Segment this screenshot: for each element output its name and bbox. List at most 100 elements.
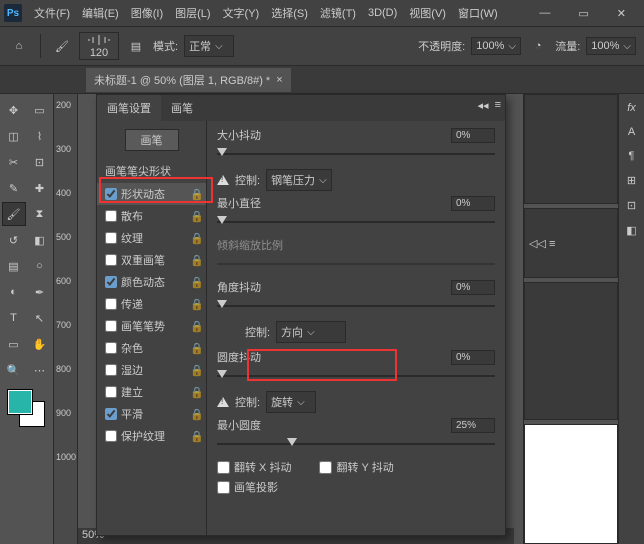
size-jitter-slider[interactable] xyxy=(217,147,495,161)
brush-settings-icon[interactable]: ▤ xyxy=(125,35,147,57)
lock-icon[interactable]: 🔒 xyxy=(190,320,202,332)
min-diameter-value[interactable]: 0% xyxy=(451,196,495,211)
opt-transfer[interactable]: 传递🔒 xyxy=(97,293,206,315)
lasso-tool[interactable]: ⌇ xyxy=(28,124,52,148)
path-select-tool[interactable]: ↖ xyxy=(28,306,52,330)
dodge-tool[interactable]: ◐ xyxy=(2,280,26,304)
minimize-icon[interactable]: — xyxy=(539,7,550,20)
brush-preset-picker[interactable]: 120 xyxy=(79,32,119,60)
lock-icon[interactable]: 🔒 xyxy=(190,408,202,420)
menu-select[interactable]: 选择(S) xyxy=(271,5,308,21)
tab-brushes[interactable]: 画笔 xyxy=(161,95,203,121)
opt-texture[interactable]: 纹理🔒 xyxy=(97,227,206,249)
rail-swatch-icon[interactable]: ⊞ xyxy=(627,174,636,187)
brushes-button[interactable]: 画笔 xyxy=(125,129,179,151)
flip-y-jitter-checkbox[interactable] xyxy=(319,461,332,474)
panel-histogram[interactable] xyxy=(524,94,618,204)
stamp-tool[interactable]: ⧗ xyxy=(28,202,52,226)
panel-layers-head[interactable]: ◁◁ ≡ xyxy=(524,208,618,278)
type-tool[interactable]: T xyxy=(2,306,26,330)
opt-shape-dynamics[interactable]: 形状动态🔒 xyxy=(97,183,206,205)
roundness-jitter-value[interactable]: 0% xyxy=(451,350,495,365)
rail-align-icon[interactable]: ⊡ xyxy=(627,199,636,212)
tab-brush-settings[interactable]: 画笔设置 xyxy=(97,95,161,121)
flip-x-jitter-checkbox[interactable] xyxy=(217,461,230,474)
document-tab[interactable]: 未标题-1 @ 50% (图层 1, RGB/8#) *× xyxy=(86,68,291,92)
eyedropper-tool[interactable]: ✎ xyxy=(2,176,26,200)
brush-projection-checkbox[interactable] xyxy=(217,481,230,494)
panel-collapse-icon[interactable]: ◂◂ xyxy=(478,99,489,112)
opt-smoothing[interactable]: 平滑🔒 xyxy=(97,403,206,425)
menu-3d[interactable]: 3D(D) xyxy=(368,7,397,19)
angle-jitter-value[interactable]: 0% xyxy=(451,280,495,295)
menu-layer[interactable]: 图层(L) xyxy=(175,5,210,21)
lock-icon[interactable]: 🔒 xyxy=(190,254,202,266)
edit-toolbar[interactable]: ⋯ xyxy=(28,358,52,382)
lock-icon[interactable]: 🔒 xyxy=(190,430,202,442)
lock-icon[interactable]: 🔒 xyxy=(190,342,202,354)
pen-tool[interactable]: ✒ xyxy=(28,280,52,304)
rail-path-icon[interactable]: ◧ xyxy=(626,224,636,237)
blur-tool[interactable]: ○ xyxy=(28,254,52,278)
history-brush-tool[interactable]: ↺ xyxy=(2,228,26,252)
roundness-control-dropdown[interactable]: 旋转 xyxy=(266,391,316,413)
opacity-value[interactable]: 100% xyxy=(471,37,521,55)
frame-tool[interactable]: ⊡ xyxy=(28,150,52,174)
opt-wet-edges[interactable]: 湿边🔒 xyxy=(97,359,206,381)
min-roundness-slider[interactable] xyxy=(217,437,495,451)
brush-tool[interactable]: 🖌 xyxy=(2,202,26,226)
menu-image[interactable]: 图像(I) xyxy=(131,5,163,21)
opt-color-dynamics[interactable]: 颜色动态🔒 xyxy=(97,271,206,293)
gradient-tool[interactable]: ▤ xyxy=(2,254,26,278)
opt-dual-brush[interactable]: 双重画笔🔒 xyxy=(97,249,206,271)
mode-dropdown[interactable]: 正常 xyxy=(184,35,234,57)
size-jitter-value[interactable]: 0% xyxy=(451,128,495,143)
opt-noise[interactable]: 杂色🔒 xyxy=(97,337,206,359)
rail-fx-icon[interactable]: fx xyxy=(627,102,636,114)
opt-protect-texture[interactable]: 保护纹理🔒 xyxy=(97,425,206,447)
panel-layers[interactable] xyxy=(524,282,618,420)
angle-jitter-slider[interactable] xyxy=(217,299,495,313)
crop-tool[interactable]: ✂ xyxy=(2,150,26,174)
lock-icon[interactable]: 🔒 xyxy=(190,188,202,200)
menu-filter[interactable]: 滤镜(T) xyxy=(320,5,356,21)
panel-menu-icon[interactable]: ≡ xyxy=(495,99,501,112)
lock-icon[interactable]: 🔒 xyxy=(190,386,202,398)
color-swatch[interactable] xyxy=(8,390,44,426)
opt-scatter[interactable]: 散布🔒 xyxy=(97,205,206,227)
brush-tip-shape[interactable]: 画笔笔尖形状 xyxy=(97,159,206,183)
eraser-tool[interactable]: ◧ xyxy=(28,228,52,252)
lock-icon[interactable]: 🔒 xyxy=(190,232,202,244)
close-icon[interactable]: ✕ xyxy=(617,7,626,20)
lock-icon[interactable]: 🔒 xyxy=(190,364,202,376)
menu-type[interactable]: 文字(Y) xyxy=(223,5,260,21)
menu-view[interactable]: 视图(V) xyxy=(409,5,446,21)
healing-tool[interactable]: ✚ xyxy=(28,176,52,200)
size-control-dropdown[interactable]: 钢笔压力 xyxy=(266,169,332,191)
flow-value[interactable]: 100% xyxy=(586,37,636,55)
lock-icon[interactable]: 🔒 xyxy=(190,276,202,288)
angle-control-dropdown[interactable]: 方向 xyxy=(276,321,346,343)
rail-char-icon[interactable]: A xyxy=(628,126,635,138)
lock-icon[interactable]: 🔒 xyxy=(190,210,202,222)
min-diameter-slider[interactable] xyxy=(217,215,495,229)
menu-window[interactable]: 窗口(W) xyxy=(458,5,498,21)
maximize-icon[interactable]: ▭ xyxy=(578,7,588,20)
pressure-opacity-icon[interactable]: ◔ xyxy=(527,35,549,57)
zoom-tool[interactable]: 🔍 xyxy=(2,358,26,382)
shape-tool[interactable]: ▭ xyxy=(2,332,26,356)
opt-buildup[interactable]: 建立🔒 xyxy=(97,381,206,403)
menu-edit[interactable]: 编辑(E) xyxy=(82,5,119,21)
brush-tool-icon[interactable]: 🖌 xyxy=(51,35,73,57)
tab-close-icon[interactable]: × xyxy=(276,74,282,86)
move-tool[interactable]: ✥ xyxy=(2,98,26,122)
menu-file[interactable]: 文件(F) xyxy=(34,5,70,21)
artboard-tool[interactable]: ▭ xyxy=(28,98,52,122)
opt-brush-pose[interactable]: 画笔笔势🔒 xyxy=(97,315,206,337)
home-icon[interactable]: ⌂ xyxy=(8,35,30,57)
rail-para-icon[interactable]: ¶ xyxy=(629,150,635,162)
hand-tool[interactable]: ✋ xyxy=(28,332,52,356)
roundness-jitter-slider[interactable] xyxy=(217,369,495,383)
lock-icon[interactable]: 🔒 xyxy=(190,298,202,310)
marquee-tool[interactable]: ◫ xyxy=(2,124,26,148)
